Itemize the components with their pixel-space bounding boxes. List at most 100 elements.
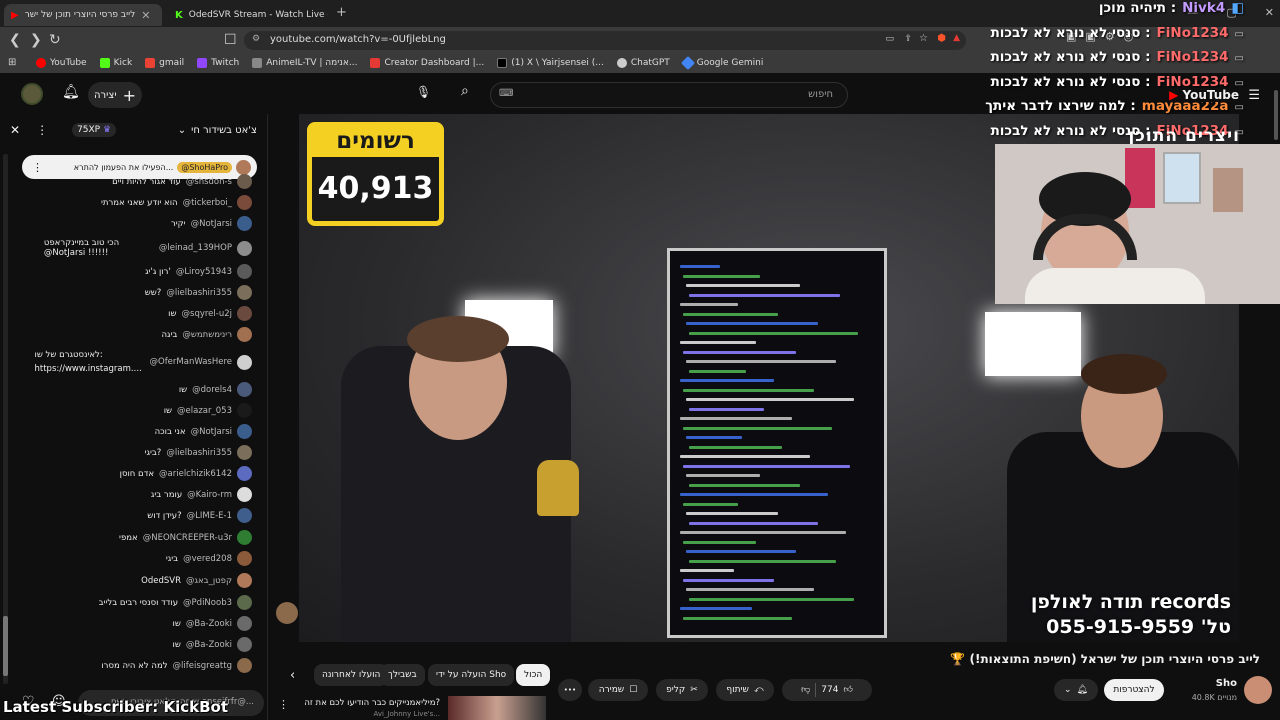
chat-message-user[interactable]: @PdiNoob3	[183, 598, 232, 608]
chat-message[interactable]: שו @Ba-Zooki	[8, 635, 252, 654]
chat-message-user[interactable]: @elazar_053	[177, 406, 232, 416]
chat-message[interactable]: עידן דוש? @LIME-E-1	[8, 506, 252, 525]
bookmark-twitch[interactable]: Twitch	[197, 58, 239, 68]
filter-chip-recent[interactable]: הועלו לאחרונה	[314, 664, 389, 686]
bookmark-youtube[interactable]: YouTube	[36, 58, 87, 68]
chat-message-user[interactable]: @lielbashiri355	[166, 448, 232, 458]
star-icon[interactable]: ☆	[919, 33, 928, 44]
avatar[interactable]	[237, 174, 252, 189]
dislike-icon[interactable]: 👎︎	[801, 685, 810, 695]
chat-message-user[interactable]: @Liroy51943	[176, 267, 232, 277]
chat-message[interactable]: רון ג'יג' @Liroy51943	[8, 262, 252, 281]
chat-message[interactable]: למה לא היה מסרו @lifeisgreattg	[8, 656, 252, 675]
chat-message-user[interactable]: @רינימשתמש	[182, 330, 232, 340]
avatar[interactable]	[237, 240, 252, 256]
share-button[interactable]: שיתוף ⤺	[716, 679, 774, 701]
avatar[interactable]	[237, 195, 252, 210]
install-icon[interactable]: ▭	[885, 34, 894, 44]
avatar[interactable]	[237, 382, 252, 397]
close-chat-icon[interactable]: ✕	[10, 123, 20, 137]
bookmark-creator-dashboard[interactable]: Creator Dashboard |...	[370, 58, 484, 68]
brave-rewards-icon[interactable]: ▲	[953, 33, 960, 43]
bookmark-animeil[interactable]: AnimeIL-TV | אנימה...	[252, 58, 357, 68]
channel-avatar[interactable]	[1244, 676, 1272, 704]
avatar[interactable]	[237, 658, 252, 673]
brave-shield-icon[interactable]: ⬢	[937, 33, 946, 44]
apps-icon[interactable]: ⊞	[8, 57, 16, 68]
filter-chip-uploaded-by-sho[interactable]: הועלה על ידי Sho	[428, 664, 515, 686]
chat-message[interactable]: שו @sqyrel-u2j	[8, 304, 252, 323]
avatar[interactable]	[237, 445, 252, 460]
chat-message[interactable]: ביגי? @lielbashiri355	[8, 443, 252, 462]
chat-message-user[interactable]: @Ba-Zooki	[186, 619, 232, 629]
chat-message[interactable]: הוא יודע שאני אמרתי @tickerboi_	[8, 193, 252, 212]
close-tab-icon[interactable]: ✕	[141, 9, 150, 22]
channel-name[interactable]: Sho	[1216, 678, 1237, 689]
chat-message[interactable]: שו @Ba-Zooki	[8, 614, 252, 633]
bookmark-gemini[interactable]: Google Gemini	[680, 55, 763, 71]
subscribe-button[interactable]: להצטרפות	[1104, 679, 1164, 701]
filter-chip-all[interactable]: הכול	[516, 664, 551, 686]
avatar[interactable]	[237, 595, 252, 610]
chat-message[interactable]: עוד אגור להיות ויים @shsdon-s	[8, 172, 252, 191]
more-actions-button[interactable]: •••	[558, 679, 582, 701]
chat-message[interactable]: עודד וסנסי רבים בלייב @PdiNoob3	[8, 593, 252, 612]
chat-message[interactable]: ביגי @vered208	[8, 549, 252, 568]
chat-message[interactable]: אני בוכה @NotJarsi	[8, 422, 252, 441]
bookmark-kick[interactable]: Kick	[99, 58, 132, 68]
forward-icon[interactable]: ❯	[30, 32, 42, 48]
chat-message[interactable]: שש? @lielbashiri355	[8, 283, 252, 302]
chat-message[interactable]: לאינסטגרם של שו: https://www.instagram.c…	[8, 347, 252, 377]
chat-scrollbar[interactable]	[3, 154, 8, 684]
avatar[interactable]	[237, 264, 252, 279]
notification-bell-button[interactable]: ⌄ 🔔︎	[1054, 679, 1098, 701]
avatar[interactable]	[237, 573, 252, 588]
avatar[interactable]	[237, 508, 252, 523]
back-icon[interactable]: ❮	[9, 32, 21, 48]
chat-message-user[interactable]: @NEONCREEPER-u3r	[143, 533, 232, 543]
notifications-icon[interactable]: 🔔︎	[62, 84, 80, 100]
chat-message[interactable]: אמפי @NEONCREEPER-u3r	[8, 528, 252, 547]
avatar[interactable]	[21, 83, 43, 105]
url-field[interactable]: ⚙ youtube.com/watch?v=-0UfjlebLng ▭ ⇪ ☆ …	[244, 31, 966, 50]
chat-message[interactable]: הכי טוב במיינקראפט @NotJarsi !!!!!! @lein…	[8, 235, 252, 261]
clip-button[interactable]: קליפ ✂	[656, 679, 708, 701]
chat-message-user[interactable]: @NotJarsi	[191, 219, 232, 229]
rec-more-icon[interactable]: ⋮	[278, 698, 289, 711]
search-input[interactable]: חיפוש ⌨	[490, 82, 848, 108]
save-button[interactable]: שמירה ☐	[588, 679, 648, 701]
chat-message-user[interactable]: @Kairo-rm	[187, 490, 232, 500]
more-options-icon[interactable]: ⋮	[36, 123, 48, 137]
chat-message[interactable]: יקיר @NotJarsi	[8, 214, 252, 233]
chat-message-user[interactable]: @sqyrel-u2j	[182, 309, 232, 319]
avatar[interactable]	[237, 285, 252, 300]
chat-message-user[interactable]: @dorels4	[192, 385, 232, 395]
chat-message[interactable]: OdedSVR @קפטן_באג	[8, 571, 252, 590]
bookmark-x[interactable]: (1) X \ Yairjsensei (...	[497, 58, 604, 68]
search-icon[interactable]: ⌕	[461, 83, 469, 99]
avatar[interactable]	[237, 424, 252, 439]
chat-message-user[interactable]: @lielbashiri355	[166, 288, 232, 298]
chat-message-user[interactable]: @LIME-E-1	[187, 511, 232, 521]
chat-message-user[interactable]: @lifeisgreattg	[173, 661, 232, 671]
chevron-down-icon[interactable]: ⌄	[178, 125, 186, 136]
bookmark-gmail[interactable]: gmail	[145, 58, 184, 68]
share-url-icon[interactable]: ⇪	[904, 34, 912, 44]
avatar[interactable]	[237, 616, 252, 631]
avatar[interactable]	[237, 530, 252, 545]
chat-message[interactable]: שו @dorels4	[8, 380, 252, 399]
avatar[interactable]	[237, 637, 252, 652]
chat-message-user[interactable]: @leinad_139HOP	[159, 243, 232, 253]
chat-message[interactable]: עומר ביג @Kairo-rm	[8, 485, 252, 504]
site-info-icon[interactable]: ⚙	[252, 34, 260, 44]
like-icon[interactable]: 👍︎	[843, 685, 852, 695]
avatar[interactable]	[237, 306, 252, 321]
chat-message-user[interactable]: @vered208	[183, 554, 232, 564]
chevron-left-icon[interactable]: ‹	[290, 668, 295, 683]
chat-message-user[interactable]: @קפטן_באג	[186, 576, 232, 586]
filter-chip-for-you[interactable]: בשבילך	[380, 664, 425, 686]
chat-message-user[interactable]: @shsdon-s	[186, 177, 232, 187]
chat-message-user[interactable]: @tickerboi_	[183, 198, 232, 208]
avatar[interactable]	[237, 327, 252, 342]
chat-message-user[interactable]: @NotJarsi	[191, 427, 232, 437]
